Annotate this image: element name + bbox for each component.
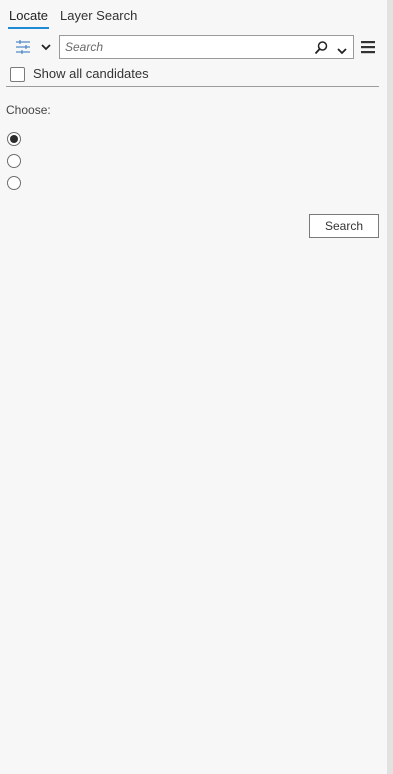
search-field bbox=[59, 35, 354, 59]
choose-label: Choose: bbox=[6, 103, 51, 117]
search-options-chevron-icon[interactable] bbox=[336, 43, 348, 55]
tab-layer-search[interactable]: Layer Search bbox=[59, 8, 138, 27]
choose-radio-1[interactable] bbox=[7, 132, 21, 146]
choose-radio-2[interactable] bbox=[7, 154, 21, 168]
divider bbox=[6, 86, 379, 87]
tab-locate[interactable]: Locate bbox=[8, 8, 50, 29]
show-all-candidates-option[interactable]: Show all candidates bbox=[10, 66, 149, 82]
filter-sliders-icon bbox=[16, 40, 30, 54]
search-toolbar bbox=[0, 35, 387, 59]
search-button[interactable]: Search bbox=[309, 214, 379, 238]
hamburger-menu-icon[interactable] bbox=[360, 39, 376, 55]
magnifier-icon[interactable] bbox=[313, 40, 329, 56]
chevron-down-icon bbox=[41, 44, 51, 51]
search-input[interactable] bbox=[60, 37, 300, 57]
tab-bar: Locate Layer Search bbox=[8, 8, 138, 30]
show-all-candidates-checkbox[interactable] bbox=[10, 66, 25, 82]
show-all-candidates-label: Show all candidates bbox=[33, 66, 149, 81]
choose-radio-3[interactable] bbox=[7, 176, 21, 190]
filter-dropdown-button[interactable] bbox=[14, 37, 54, 57]
vertical-scrollbar[interactable] bbox=[387, 0, 393, 774]
